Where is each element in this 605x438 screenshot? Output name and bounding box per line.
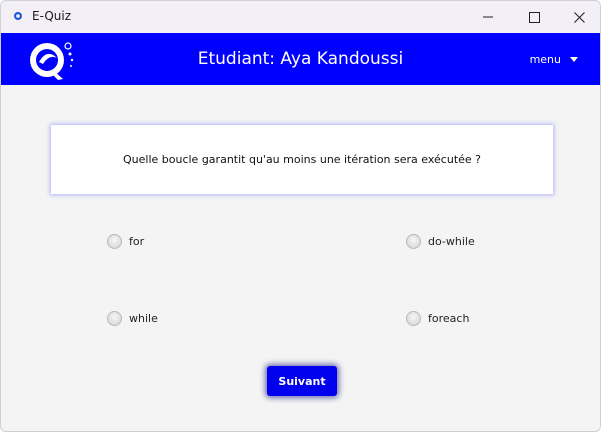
- minimize-button[interactable]: [465, 1, 511, 33]
- radio-button[interactable]: [406, 311, 421, 326]
- answer-option-do-while[interactable]: do-while: [406, 234, 475, 249]
- next-button[interactable]: Suivant: [267, 366, 337, 396]
- maximize-button[interactable]: [511, 1, 557, 33]
- quiz-logo-icon: [30, 42, 74, 80]
- radio-button[interactable]: [406, 234, 421, 249]
- chevron-down-icon: [570, 56, 578, 62]
- answer-label: do-while: [428, 235, 475, 248]
- radio-button[interactable]: [107, 234, 122, 249]
- title-bar[interactable]: E-Quiz: [1, 1, 600, 33]
- question-card: Quelle boucle garantit qu'au moins une i…: [51, 125, 553, 194]
- menu-button[interactable]: menu: [530, 33, 578, 85]
- menu-label: menu: [529, 52, 561, 66]
- app-window: E-Quiz Etudiant: Aya Kandoussi menu Quel…: [0, 0, 601, 432]
- answer-option-for[interactable]: for: [107, 234, 144, 249]
- maximize-icon: [528, 11, 540, 23]
- answer-option-foreach[interactable]: foreach: [406, 311, 469, 326]
- app-icon: [14, 12, 22, 20]
- answer-label: foreach: [428, 312, 470, 325]
- window-title: E-Quiz: [32, 9, 72, 23]
- minimize-icon: [483, 16, 493, 18]
- close-icon: [573, 11, 585, 23]
- answer-label: while: [129, 312, 158, 325]
- close-button[interactable]: [556, 1, 600, 33]
- student-name: Etudiant: Aya Kandoussi: [197, 49, 404, 69]
- answer-label: for: [129, 235, 145, 248]
- question-text: Quelle boucle garantit qu'au moins une i…: [123, 153, 481, 166]
- radio-button[interactable]: [107, 311, 122, 326]
- header-bar: Etudiant: Aya Kandoussi menu: [1, 33, 600, 85]
- answer-option-while[interactable]: while: [107, 311, 158, 326]
- desktop-background: [601, 0, 605, 438]
